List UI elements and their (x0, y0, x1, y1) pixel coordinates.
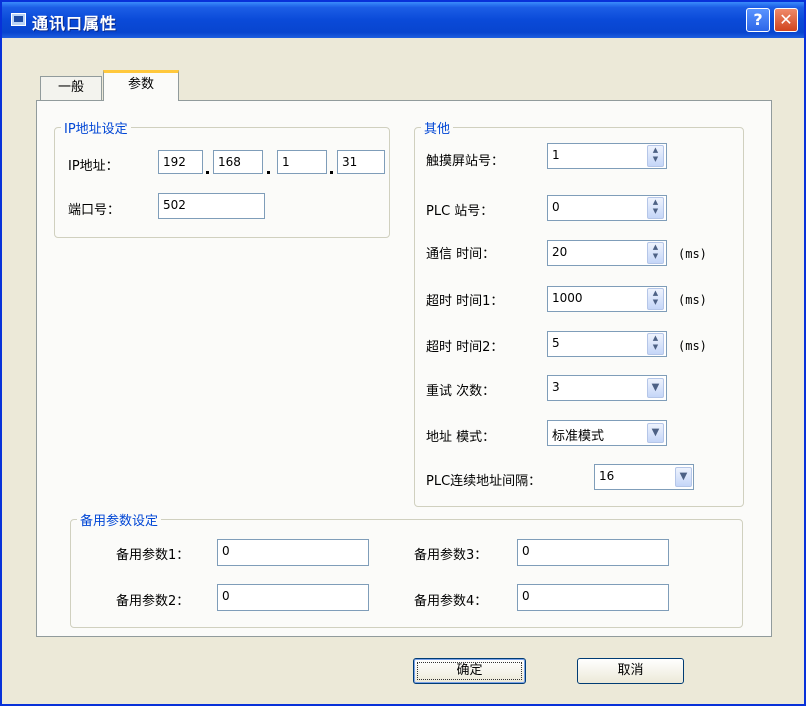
backup-param4-label: 备用参数4： (414, 594, 488, 609)
ip-octet-1-input[interactable]: 192 (158, 150, 203, 174)
focus-rectangle (417, 662, 522, 680)
title-bar[interactable]: 通讯口属性 ? ✕ (2, 2, 804, 38)
backup-param2-label: 备用参数2： (116, 594, 190, 609)
timeout1-unit: (ms) (678, 293, 707, 307)
ip-address-label: IP地址： (68, 159, 119, 174)
backup-param1-input[interactable]: 0 (217, 539, 369, 566)
ok-button[interactable]: 确定 (413, 658, 526, 684)
plc-station-value: 0 (552, 200, 560, 214)
timeout2-value: 5 (552, 336, 560, 350)
timeout1-value: 1000 (552, 291, 583, 305)
backup-param3-label: 备用参数3： (414, 548, 488, 563)
timeout1-label: 超时 时间1： (426, 294, 504, 309)
plc-address-interval-value: 16 (599, 469, 615, 483)
ip-octet-3-input[interactable]: 1 (277, 150, 327, 174)
backup-param2-input[interactable]: 0 (217, 584, 369, 611)
chevron-down-icon[interactable]: ▼ (675, 467, 692, 487)
address-mode-label: 地址 模式： (426, 430, 496, 445)
ip-dot-separator (267, 171, 270, 174)
backup-params-title: 备用参数设定 (80, 514, 159, 529)
backup-param1-label: 备用参数1： (116, 548, 190, 563)
hmi-station-value: 1 (552, 148, 560, 162)
ip-settings-group: IP地址设定 (54, 118, 390, 238)
tab-params[interactable]: 参数 (103, 70, 179, 101)
window-title: 通讯口属性 (32, 14, 118, 33)
tab-general[interactable]: 一般 (40, 76, 102, 100)
close-button[interactable]: ✕ (774, 8, 798, 32)
cancel-button[interactable]: 取消 (577, 658, 684, 684)
timeout2-label: 超时 时间2： (426, 340, 504, 355)
ip-dot-separator (330, 171, 333, 174)
comm-time-unit: (ms) (678, 247, 707, 261)
ip-octet-2-input[interactable]: 168 (213, 150, 263, 174)
timeout2-unit: (ms) (678, 339, 707, 353)
backup-param3-input[interactable]: 0 (517, 539, 669, 566)
other-settings-title: 其他 (424, 122, 451, 137)
app-icon (11, 13, 26, 26)
timeout1-spin-arrows-icon[interactable]: ▲ ▼ (647, 288, 664, 310)
plc-station-label: PLC 站号： (426, 204, 494, 219)
address-mode-value: 标准模式 (552, 429, 605, 444)
port-label: 端口号： (68, 203, 121, 218)
comm-time-spin-arrows-icon[interactable]: ▲ ▼ (647, 242, 664, 264)
plc-address-interval-label: PLC连续地址间隔： (426, 474, 542, 489)
chevron-down-icon[interactable]: ▼ (647, 378, 664, 398)
comm-time-label: 通信 时间： (426, 247, 496, 262)
retry-count-label: 重试 次数： (426, 384, 496, 399)
ip-octet-4-input[interactable]: 31 (337, 150, 385, 174)
ip-dot-separator (206, 171, 209, 174)
hmi-station-label: 触摸屏站号： (426, 154, 505, 169)
other-settings-group: 其他 (414, 118, 744, 507)
port-input[interactable]: 502 (158, 193, 265, 219)
timeout2-spin-arrows-icon[interactable]: ▲ ▼ (647, 333, 664, 355)
comm-time-value: 20 (552, 245, 568, 259)
chevron-down-icon[interactable]: ▼ (647, 423, 664, 443)
hmi-station-spin-arrows-icon[interactable]: ▲ ▼ (647, 145, 664, 167)
backup-param4-input[interactable]: 0 (517, 584, 669, 611)
ip-settings-title: IP地址设定 (64, 122, 128, 137)
help-button[interactable]: ? (746, 8, 770, 32)
plc-station-spin-arrows-icon[interactable]: ▲ ▼ (647, 197, 664, 219)
retry-count-value: 3 (552, 380, 560, 394)
